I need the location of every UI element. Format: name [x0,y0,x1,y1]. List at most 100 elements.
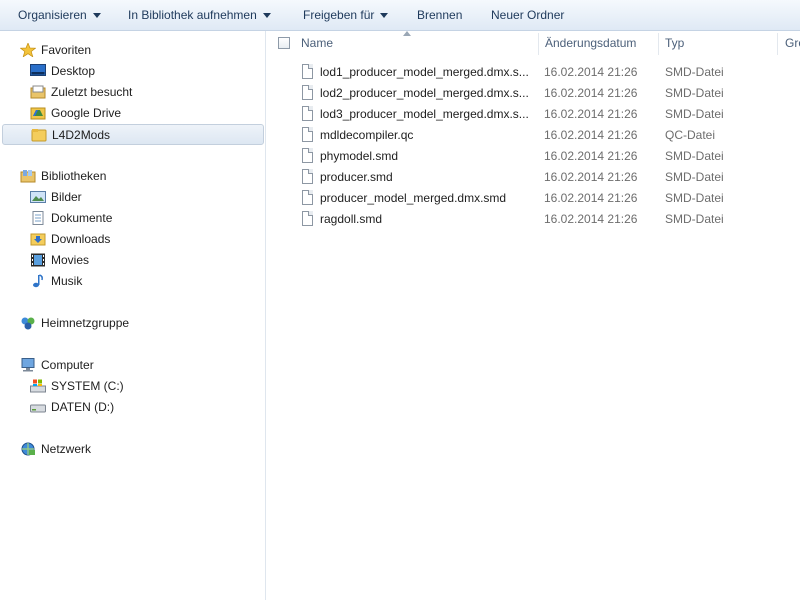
file-icon [302,211,313,226]
network-icon [21,442,35,456]
file-icon [302,190,313,205]
column-header-type[interactable]: Typ [665,31,775,55]
homegroup-icon [21,317,35,330]
file-row[interactable]: mdldecompiler.qc 16.02.2014 21:26 QC-Dat… [296,125,796,146]
downloads-icon [30,233,46,246]
star-icon [20,43,36,57]
nav-favorites-label: Favoriten [41,43,92,57]
share-with-button[interactable]: Freigeben für [303,0,389,30]
file-name: lod1_producer_model_merged.dmx.s... [320,65,529,79]
file-type: QC-Datei [665,128,716,142]
nav-computer-label: Computer [41,358,94,372]
nav-item-downloads[interactable]: Downloads [0,229,265,250]
desktop-icon [30,64,46,76]
file-date: 16.02.2014 21:26 [544,170,638,184]
nav-item-google-drive[interactable]: Google Drive [0,103,265,124]
hard-drive-icon [30,404,46,413]
nav-item-system-drive[interactable]: SYSTEM (C:) [0,376,265,397]
file-type: SMD-Datei [665,65,724,79]
file-name: producer.smd [320,170,393,184]
nav-item-recent-places[interactable]: Zuletzt besucht [0,82,265,103]
nav-homegroup-label: Heimnetzgruppe [41,316,130,330]
nav-libraries[interactable]: Bibliotheken [0,166,265,187]
file-icon [302,148,313,163]
nav-item-pictures[interactable]: Bilder [0,187,265,208]
pictures-icon [30,191,46,203]
column-header-name[interactable]: Name [301,31,536,55]
computer-icon [21,358,35,372]
select-all-checkbox[interactable] [278,37,290,49]
file-row[interactable]: lod1_producer_model_merged.dmx.s... 16.0… [296,62,796,83]
include-library-label: In Bibliothek aufnehmen [128,8,257,22]
new-folder-label: Neuer Ordner [491,8,565,22]
libraries-icon [20,170,36,183]
file-row[interactable]: lod2_producer_model_merged.dmx.s... 16.0… [296,83,796,104]
nav-item-label: Musik [51,274,83,288]
column-header-size[interactable]: Grö [785,31,800,55]
music-note-icon [33,274,43,288]
file-icon [302,85,313,100]
file-icon [302,64,313,79]
nav-network[interactable]: Netzwerk [0,439,265,460]
nav-item-music[interactable]: Musik [0,271,265,292]
file-icon [302,106,313,121]
nav-homegroup[interactable]: Heimnetzgruppe [0,313,265,334]
nav-item-movies[interactable]: Movies [0,250,265,271]
nav-favorites[interactable]: Favoriten [0,40,265,61]
nav-item-label: Google Drive [51,106,122,120]
file-name: lod3_producer_model_merged.dmx.s... [320,107,529,121]
file-name: phymodel.smd [320,149,399,163]
nav-item-label: Desktop [51,64,96,78]
column-header-date[interactable]: Änderungsdatum [545,31,660,55]
column-header-type-label: Typ [665,36,685,50]
file-list-pane: Name Änderungsdatum Typ Grö lod1_produce… [266,31,800,600]
file-date: 16.02.2014 21:26 [544,191,638,205]
file-row[interactable]: producer.smd 16.02.2014 21:26 SMD-Datei [296,167,796,188]
column-header-size-label: Grö [785,36,800,50]
nav-item-documents[interactable]: Dokumente [0,208,265,229]
file-name: mdldecompiler.qc [320,128,414,142]
nav-item-label: Movies [51,253,90,267]
include-in-library-button[interactable]: In Bibliothek aufnehmen [128,0,271,30]
nav-item-label: SYSTEM (C:) [51,379,124,393]
column-separator[interactable] [658,33,659,55]
file-type: SMD-Datei [665,149,724,163]
movies-icon [31,253,45,267]
file-type: SMD-Datei [665,107,724,121]
file-date: 16.02.2014 21:26 [544,212,638,226]
nav-item-label: L4D2Mods [52,128,111,142]
new-folder-button[interactable]: Neuer Ordner [491,0,564,30]
nav-item-data-drive[interactable]: DATEN (D:) [0,397,265,418]
column-header-date-label: Änderungsdatum [545,36,637,50]
folder-icon [31,129,47,142]
file-icon [302,169,313,184]
file-date: 16.02.2014 21:26 [544,107,638,121]
chevron-down-icon [92,13,101,19]
organize-button[interactable]: Organisieren [18,0,101,30]
file-date: 16.02.2014 21:26 [544,149,638,163]
nav-item-label: Bilder [51,190,82,204]
file-date: 16.02.2014 21:26 [544,65,638,79]
column-separator[interactable] [538,33,539,55]
file-type: SMD-Datei [665,191,724,205]
file-name: ragdoll.smd [320,212,383,226]
file-icon [302,127,313,142]
chevron-down-icon [262,13,271,19]
nav-item-l4d2mods[interactable]: L4D2Mods [2,124,264,145]
file-row[interactable]: producer_model_merged.dmx.smd 16.02.2014… [296,188,796,209]
file-type: SMD-Datei [665,170,724,184]
nav-item-label: Zuletzt besucht [51,85,133,99]
nav-item-desktop[interactable]: Desktop [0,61,265,82]
file-date: 16.02.2014 21:26 [544,86,638,100]
nav-computer[interactable]: Computer [0,355,265,376]
documents-icon [32,211,44,225]
file-type: SMD-Datei [665,86,724,100]
file-name: producer_model_merged.dmx.smd [320,191,507,205]
burn-button[interactable]: Brennen [417,0,462,30]
file-row[interactable]: lod3_producer_model_merged.dmx.s... 16.0… [296,104,796,125]
file-row[interactable]: phymodel.smd 16.02.2014 21:26 SMD-Datei [296,146,796,167]
file-row[interactable]: ragdoll.smd 16.02.2014 21:26 SMD-Datei [296,209,796,230]
column-separator[interactable] [777,33,778,55]
nav-item-label: DATEN (D:) [51,400,115,414]
column-header-name-label: Name [301,36,334,50]
